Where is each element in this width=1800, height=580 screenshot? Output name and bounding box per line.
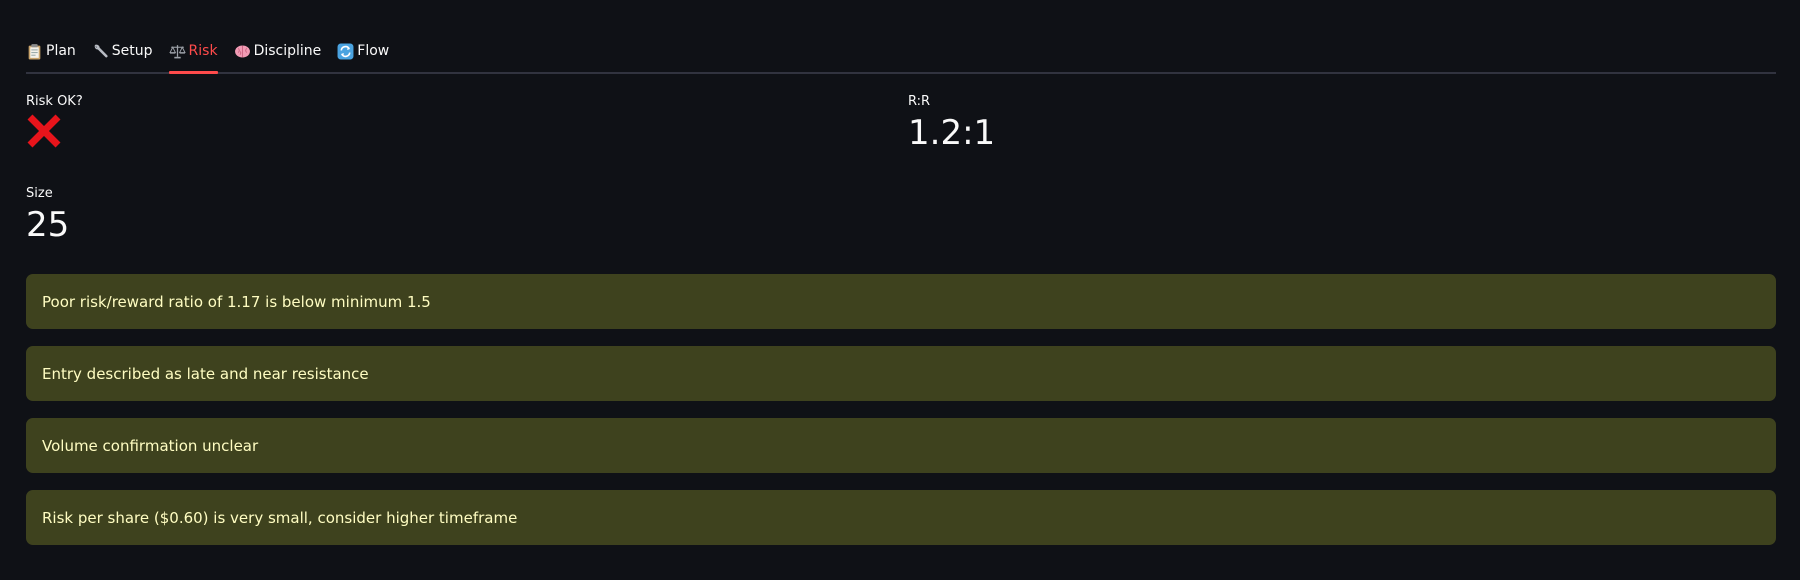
warning-alert: Poor risk/reward ratio of 1.17 is below … xyxy=(26,274,1776,329)
warning-alert-text: Volume confirmation unclear xyxy=(42,436,259,455)
tab-risk-label: Risk xyxy=(188,43,218,59)
metric-size: Size 25 xyxy=(26,186,69,244)
tab-flow[interactable]: Flow xyxy=(337,34,389,68)
app-page: Plan Setup Risk Discipline Flow Risk OK?… xyxy=(0,0,1800,580)
metric-size-value: 25 xyxy=(26,205,70,245)
clipboard-icon xyxy=(28,43,41,59)
warning-alert-text: Poor risk/reward ratio of 1.17 is below … xyxy=(42,292,431,311)
refresh-icon xyxy=(337,43,354,59)
warning-alert-text: Risk per share ($0.60) is very small, co… xyxy=(42,508,518,527)
metric-size-label: Size xyxy=(26,186,53,201)
tab-setup[interactable]: Setup xyxy=(92,34,153,68)
metric-rr-label: R:R xyxy=(908,94,931,109)
warning-alert: Risk per share ($0.60) is very small, co… xyxy=(26,490,1776,545)
tab-discipline[interactable]: Discipline xyxy=(234,34,322,68)
tab-flow-label: Flow xyxy=(357,43,390,59)
brain-icon xyxy=(234,45,250,57)
tab-plan[interactable]: Plan xyxy=(26,34,76,68)
metric-rr-value: 1.2:1 xyxy=(908,113,996,153)
tab-bar: Plan Setup Risk Discipline Flow xyxy=(26,34,1776,74)
tab-plan-label: Plan xyxy=(46,43,76,59)
warning-alert: Entry described as late and near resista… xyxy=(26,346,1776,401)
wrench-icon xyxy=(94,44,108,57)
tab-discipline-label: Discipline xyxy=(253,43,322,59)
balance-scale-icon xyxy=(168,44,186,58)
metric-risk-ok: Risk OK? xyxy=(26,94,83,153)
tab-risk[interactable]: Risk xyxy=(168,34,218,74)
metric-risk-ok-label: Risk OK? xyxy=(26,94,83,109)
warning-alert-text: Entry described as late and near resista… xyxy=(42,364,369,383)
tab-setup-label: Setup xyxy=(111,43,153,59)
warning-list: Poor risk/reward ratio of 1.17 is below … xyxy=(26,274,1776,562)
metric-rr: R:R 1.2:1 xyxy=(908,94,995,152)
cross-mark-icon xyxy=(27,114,61,148)
warning-alert: Volume confirmation unclear xyxy=(26,418,1776,473)
